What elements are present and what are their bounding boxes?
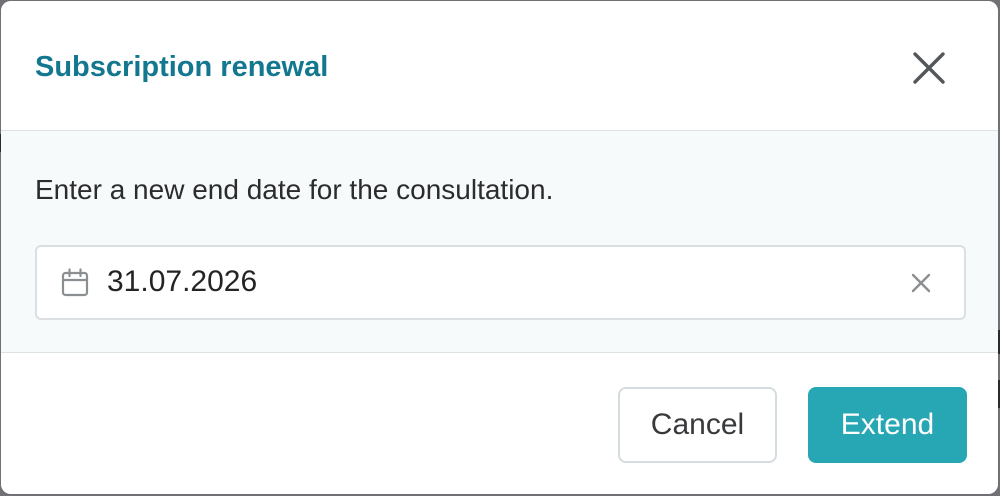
end-date-field[interactable] [35,245,966,320]
dialog-footer: Cancel Extend [1,353,998,494]
close-button[interactable] [906,45,952,91]
dialog-message: Enter a new end date for the consultatio… [35,174,554,205]
dialog-title: Subscription renewal [35,51,329,83]
subscription-renewal-dialog: Subscription renewal Enter a new end dat… [1,1,998,494]
close-icon [913,52,945,84]
dialog-body: Enter a new end date for the consultatio… [1,131,998,353]
clear-icon [911,273,931,293]
cancel-button[interactable]: Cancel [618,387,777,463]
clear-date-button[interactable] [907,269,935,297]
end-date-input[interactable] [107,261,887,303]
calendar-icon [61,268,89,297]
extend-button[interactable]: Extend [808,387,967,463]
dialog-header: Subscription renewal [1,1,998,131]
